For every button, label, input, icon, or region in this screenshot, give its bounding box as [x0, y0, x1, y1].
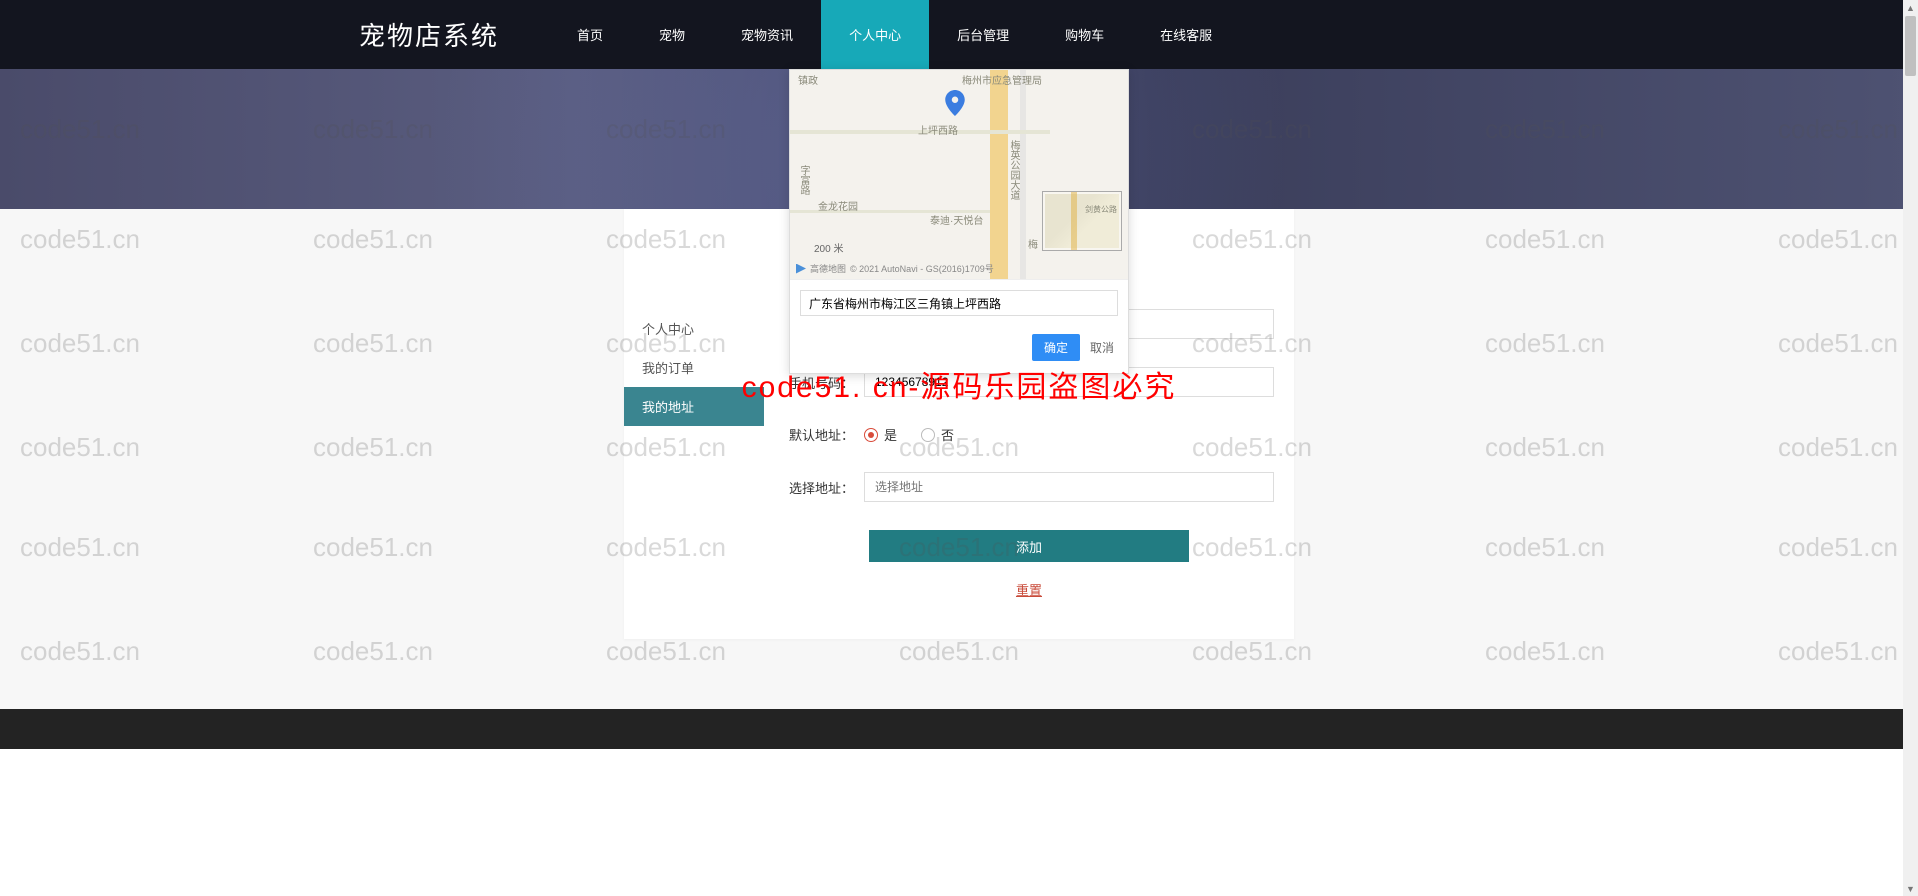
mini-map-label: 剑黄公路 — [1085, 204, 1117, 215]
add-button[interactable]: 添加 — [869, 530, 1189, 562]
radio-no[interactable]: 否 — [921, 425, 954, 444]
top-header: 宠物店系统 首页 宠物 宠物资讯 个人中心 后台管理 购物车 在线客服 — [0, 0, 1918, 69]
map-label-1: 镇政 — [798, 72, 818, 87]
radio-yes[interactable]: 是 — [864, 425, 897, 444]
radio-no-label: 否 — [941, 425, 954, 444]
map-attribution: 高德地图 © 2021 AutoNavi - GS(2016)1709号 — [796, 262, 994, 275]
radio-icon-checked — [864, 428, 878, 442]
modal-address-input[interactable] — [800, 290, 1118, 316]
reset-link[interactable]: 重置 — [1016, 580, 1042, 599]
sidebar-item-address[interactable]: 我的地址 — [624, 387, 764, 426]
page-footer — [0, 709, 1918, 749]
amap-logo-icon — [796, 264, 806, 274]
scroll-down-arrow-icon[interactable]: ▼ — [1903, 881, 1918, 896]
nav-support[interactable]: 在线客服 — [1132, 0, 1240, 69]
main-nav: 首页 宠物 宠物资讯 个人中心 后台管理 购物车 在线客服 — [549, 0, 1240, 69]
attribution-brand: 高德地图 — [810, 262, 846, 275]
radio-yes-label: 是 — [884, 425, 897, 444]
nav-profile[interactable]: 个人中心 — [821, 0, 929, 69]
mini-map[interactable]: 剑黄公路 — [1042, 191, 1122, 251]
modal-confirm-button[interactable]: 确定 — [1032, 334, 1080, 361]
map-marker-icon — [945, 90, 965, 119]
label-phone: 手机号码： — [784, 373, 864, 392]
map-label-7: 梅英公园大道 — [1006, 140, 1021, 200]
nav-pets[interactable]: 宠物 — [631, 0, 713, 69]
site-logo: 宠物店系统 — [359, 16, 529, 53]
map-label-4: 字富路 — [796, 165, 811, 195]
input-select-addr[interactable] — [864, 472, 1274, 502]
vertical-scrollbar[interactable]: ▲ ▼ — [1903, 0, 1918, 896]
map-label-8: 梅 — [1028, 236, 1038, 251]
profile-sidebar: 个人中心 我的订单 我的地址 — [624, 209, 764, 639]
attribution-copy: © 2021 AutoNavi - GS(2016)1709号 — [850, 262, 994, 275]
map-label-5: 金龙花园 — [818, 198, 858, 213]
map-modal: 镇政 梅州市应急管理局 上坪西路 字富路 金龙花园 泰迪·天悦台 梅英公园大道 … — [789, 69, 1129, 374]
sidebar-item-orders[interactable]: 我的订单 — [624, 348, 764, 387]
radio-icon-unchecked — [921, 428, 935, 442]
map-scale: 200 米 — [814, 240, 843, 255]
nav-cart[interactable]: 购物车 — [1037, 0, 1132, 69]
map-canvas[interactable]: 镇政 梅州市应急管理局 上坪西路 字富路 金龙花园 泰迪·天悦台 梅英公园大道 … — [790, 70, 1128, 280]
modal-cancel-button[interactable]: 取消 — [1090, 339, 1114, 356]
map-label-3: 上坪西路 — [918, 122, 958, 137]
nav-home[interactable]: 首页 — [549, 0, 631, 69]
nav-admin[interactable]: 后台管理 — [929, 0, 1037, 69]
scroll-up-arrow-icon[interactable]: ▲ — [1903, 0, 1918, 15]
scrollbar-thumb[interactable] — [1905, 16, 1916, 76]
map-label-6: 泰迪·天悦台 — [930, 212, 983, 227]
nav-news[interactable]: 宠物资讯 — [713, 0, 821, 69]
label-default: 默认地址： — [784, 425, 864, 444]
sidebar-item-profile[interactable]: 个人中心 — [624, 309, 764, 348]
map-label-2: 梅州市应急管理局 — [962, 72, 1042, 87]
label-select-addr: 选择地址： — [784, 478, 864, 497]
